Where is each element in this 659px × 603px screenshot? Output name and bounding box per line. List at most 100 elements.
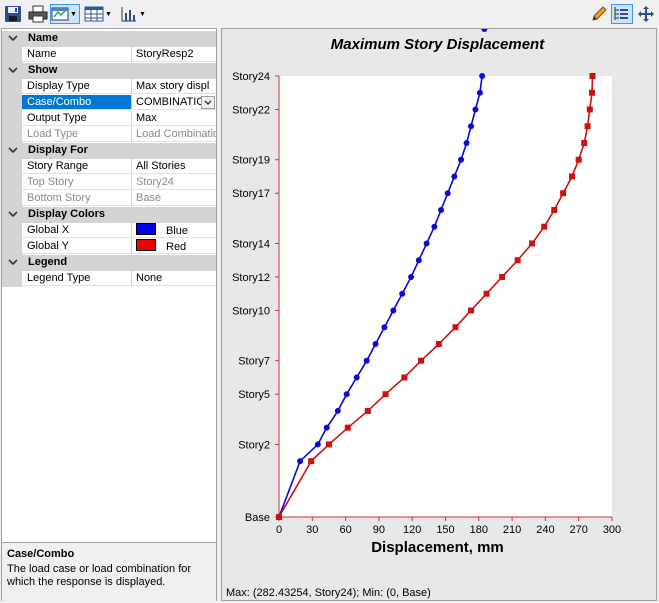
data-point-global-y[interactable] — [364, 407, 371, 414]
data-point-global-y[interactable] — [468, 307, 475, 314]
data-point-global-x[interactable] — [431, 223, 438, 230]
color-swatch[interactable] — [136, 239, 156, 251]
data-point-global-x[interactable] — [363, 357, 370, 364]
property-row-bottom-story[interactable]: Bottom Story Base — [2, 191, 216, 207]
data-point-global-y[interactable] — [276, 514, 282, 520]
data-point-global-y[interactable] — [575, 156, 582, 163]
data-point-global-y[interactable] — [586, 106, 593, 113]
property-row-output-type[interactable]: Output Type Max — [2, 111, 216, 127]
category-name[interactable]: Name — [2, 31, 216, 47]
data-point-global-y[interactable] — [325, 441, 332, 448]
data-point-global-y[interactable] — [514, 257, 521, 264]
collapse-chevron-icon[interactable] — [8, 145, 18, 155]
property-value[interactable]: COMBINATIC — [131, 95, 216, 110]
data-point-global-x[interactable] — [334, 407, 341, 414]
data-point-global-y[interactable] — [560, 190, 567, 197]
data-point-global-x[interactable] — [476, 89, 483, 96]
property-name[interactable]: Global Y — [22, 239, 131, 254]
data-point-global-x[interactable] — [372, 340, 379, 347]
data-point-global-y[interactable] — [418, 357, 425, 364]
collapse-chevron-icon[interactable] — [8, 65, 18, 75]
data-point-global-y[interactable] — [581, 139, 588, 146]
property-name[interactable]: Bottom Story — [22, 191, 131, 206]
data-point-global-x[interactable] — [472, 106, 479, 113]
dropdown-button[interactable] — [201, 96, 215, 109]
chart-type-button[interactable]: ▼ — [120, 4, 146, 24]
save-button[interactable] — [4, 4, 22, 24]
property-row-case-combo[interactable]: Case/Combo COMBINATIC — [2, 95, 216, 111]
tree-list-button[interactable] — [611, 4, 633, 24]
data-point-global-y[interactable] — [452, 324, 459, 331]
property-row-load-type[interactable]: Load Type Load Combination — [2, 127, 216, 143]
data-point-global-y[interactable] — [589, 73, 596, 79]
data-point-global-x[interactable] — [390, 307, 397, 314]
pan-button[interactable] — [637, 4, 655, 24]
property-row-global-y[interactable]: Global Y Red — [2, 239, 216, 255]
data-point-global-x[interactable] — [314, 441, 321, 448]
property-value[interactable]: Max — [131, 111, 216, 126]
category-show[interactable]: Show — [2, 63, 216, 79]
data-point-global-x[interactable] — [343, 391, 350, 398]
data-point-global-y[interactable] — [541, 223, 548, 230]
data-point-global-x[interactable] — [399, 290, 406, 297]
collapse-chevron-icon[interactable] — [8, 209, 18, 219]
data-point-global-x[interactable] — [423, 240, 430, 247]
data-point-global-y[interactable] — [344, 424, 351, 431]
data-point-global-x[interactable] — [415, 257, 422, 264]
property-row-display-type[interactable]: Display Type Max story displ — [2, 79, 216, 95]
edit-button[interactable] — [590, 4, 608, 24]
data-point-global-y[interactable] — [382, 391, 389, 398]
data-point-global-y[interactable] — [584, 123, 591, 130]
property-value[interactable]: Red — [131, 239, 216, 254]
property-name[interactable]: Case/Combo — [22, 95, 131, 110]
property-value[interactable]: None — [131, 271, 216, 286]
category-display-for[interactable]: Display For — [2, 143, 216, 159]
property-name[interactable]: Load Type — [22, 127, 131, 142]
data-point-global-y[interactable] — [401, 374, 408, 381]
property-name[interactable]: Top Story — [22, 175, 131, 190]
data-point-global-y[interactable] — [569, 173, 576, 180]
collapse-chevron-icon[interactable] — [8, 33, 18, 43]
property-name[interactable]: Display Type — [22, 79, 131, 94]
data-point-global-y[interactable] — [589, 89, 596, 96]
property-name[interactable]: Legend Type — [22, 271, 131, 286]
data-point-global-x[interactable] — [468, 123, 475, 130]
data-point-global-x[interactable] — [479, 73, 486, 79]
property-row-name[interactable]: Name StoryResp2 — [2, 47, 216, 63]
data-point-global-x[interactable] — [463, 139, 470, 146]
data-point-global-x[interactable] — [458, 156, 465, 163]
data-point-global-y[interactable] — [308, 458, 315, 465]
property-value[interactable]: Max story displ — [131, 79, 216, 94]
print-button[interactable] — [28, 4, 48, 24]
data-point-global-x[interactable] — [408, 273, 415, 280]
data-point-global-x[interactable] — [451, 173, 458, 180]
property-row-global-x[interactable]: Global X Blue — [2, 223, 216, 239]
data-point-global-x[interactable] — [381, 324, 388, 331]
display-options-button[interactable]: ▼ — [50, 4, 80, 24]
data-point-global-y[interactable] — [551, 206, 558, 213]
data-point-global-x[interactable] — [438, 206, 445, 213]
table-button[interactable]: ▼ — [84, 4, 112, 24]
property-row-legend-type[interactable]: Legend Type None — [2, 271, 216, 287]
story-displacement-chart[interactable]: Maximum Story Displacement 0 30 60 90 120 150 1… — [222, 29, 656, 579]
data-point-global-y[interactable] — [499, 273, 506, 280]
property-value[interactable]: StoryResp2 — [131, 47, 216, 62]
data-point-global-y[interactable] — [435, 340, 442, 347]
data-point-global-x[interactable] — [353, 374, 360, 381]
data-point-global-y[interactable] — [529, 240, 536, 247]
property-name[interactable]: Story Range — [22, 159, 131, 174]
property-name[interactable]: Name — [22, 47, 131, 62]
property-value[interactable]: Blue — [131, 223, 216, 238]
data-point-global-y[interactable] — [483, 290, 490, 297]
property-row-story-range[interactable]: Story Range All Stories — [2, 159, 216, 175]
category-display-colors[interactable]: Display Colors — [2, 207, 216, 223]
collapse-chevron-icon[interactable] — [8, 257, 18, 267]
property-row-top-story[interactable]: Top Story Story24 — [2, 175, 216, 191]
data-point-global-x[interactable] — [297, 458, 304, 465]
category-legend[interactable]: Legend — [2, 255, 216, 271]
color-swatch[interactable] — [136, 223, 156, 235]
data-point-global-x[interactable] — [323, 424, 330, 431]
data-point-global-x[interactable] — [444, 190, 451, 197]
property-name[interactable]: Global X — [22, 223, 131, 238]
property-value[interactable]: All Stories — [131, 159, 216, 174]
